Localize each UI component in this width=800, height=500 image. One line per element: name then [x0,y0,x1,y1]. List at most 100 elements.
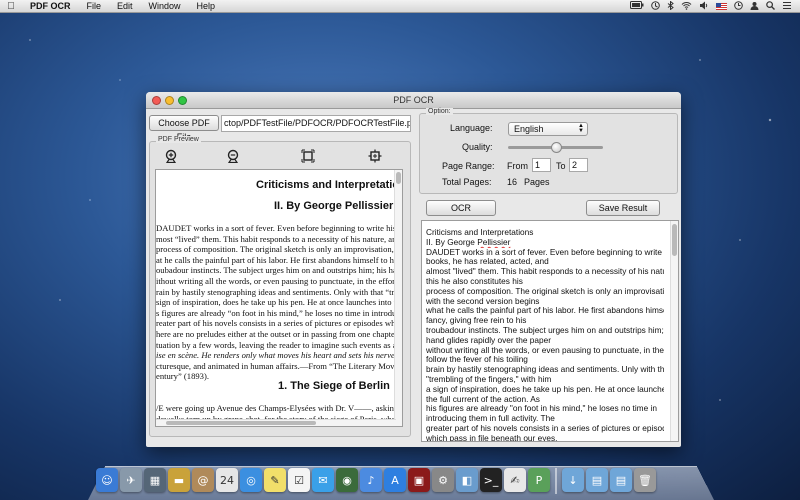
result-text-line: follow the fever of his toiling [426,355,528,365]
menu-edit[interactable]: Edit [109,1,141,11]
minimize-window-button[interactable] [165,96,174,105]
folder-icon[interactable]: ▬ [168,468,190,492]
notes-icon[interactable]: ✎ [264,468,286,492]
menu-window[interactable]: Window [141,1,189,11]
window-titlebar[interactable]: PDF OCR [146,92,681,109]
result-text-line: a sign of inspiration, does he take up h… [426,384,664,394]
from-page-field[interactable]: 1 [532,158,551,172]
pdf-text-line: /E were going up Avenue des Champs-Elysé… [156,403,394,413]
messages-icon[interactable]: ✉ [312,468,334,492]
safari-icon[interactable]: ◎ [240,468,262,492]
pdf-text-line: s figures are already “on foot in his mi… [156,307,396,318]
result-text-line: books, he has related, acted, and [426,257,549,267]
calendar-icon[interactable]: 24 [216,468,238,492]
pdf-ocr-icon[interactable]: P [528,468,550,492]
preview-horizontal-scroll-thumb[interactable] [166,421,316,425]
result-text-line: his figures are already "on foot in his … [426,404,657,414]
quality-slider-knob[interactable] [550,142,562,153]
pdf-text-line: process of composition. The original ske… [156,244,396,255]
result-text-line: II. By George Pellissier [426,237,511,247]
from-label: From [507,161,528,171]
to-label: To [556,161,566,171]
terminal-icon[interactable]: >_ [480,468,502,492]
downloads-folder-icon[interactable]: ↓ [562,468,584,492]
total-pages-label: Total Pages: [442,177,492,187]
pdf-text-line: sign of inspiration, does he take up his… [156,297,396,308]
bluetooth-icon[interactable] [667,0,674,12]
itunes-icon[interactable]: ♪ [360,468,382,492]
pdf-path-field[interactable]: ctop/PDFTestFile/PDFOCR/PDFOCRTestFile.p… [221,115,411,132]
volume-icon[interactable] [699,1,709,12]
zoom-window-button[interactable] [178,96,187,105]
window-title: PDF OCR [393,95,434,105]
result-text-line: fancy, giving free rein to his [426,316,527,326]
pages-suffix: Pages [524,177,550,187]
result-text-line: without writing all the words, or even p… [426,345,664,355]
save-result-button[interactable]: Save Result [586,200,660,216]
close-window-button[interactable] [152,96,161,105]
result-text-line: what he calls the painful part of his la… [426,306,664,316]
result-text-line: brain by hastily stenographing ideas and… [426,365,664,375]
finder-icon[interactable]: ☺ [96,468,118,492]
launchpad-icon[interactable]: ✈ [120,468,142,492]
menu-app-name[interactable]: PDF OCR [22,1,79,11]
ocr-result-textarea[interactable]: Criticisms and Interpretations II. By Geo… [421,220,679,442]
to-page-field[interactable]: 2 [569,158,588,172]
pdf-heading-2: II. By George Pellissier [274,200,394,212]
language-value: English [514,124,544,134]
apple-menu-icon[interactable]:  [0,1,22,12]
trash-icon[interactable]: 🗑 [634,468,656,492]
wifi-icon[interactable] [681,1,692,12]
app-store-icon[interactable]: A [384,468,406,492]
fit-width-icon[interactable] [367,148,383,164]
menu-help[interactable]: Help [189,1,224,11]
zoom-in-icon[interactable] [163,148,179,164]
pdf-text-line: ithout writing all the words, or even pa… [156,275,396,286]
facetime-icon[interactable]: ◉ [336,468,358,492]
language-select[interactable]: English ▲ ▼ [508,122,588,136]
result-vertical-scroll-thumb[interactable] [672,224,677,256]
preview-toolbar [155,148,405,166]
photobooth-icon[interactable]: ▣ [408,468,430,492]
battery-icon[interactable] [630,1,644,11]
menubar:  PDF OCR File Edit Window Help [0,0,800,13]
result-vertical-scrollbar[interactable] [670,221,678,441]
result-text-line: introducing them in full activity. The [426,414,555,424]
fit-page-icon[interactable] [300,148,316,164]
system-preferences-icon[interactable]: ⚙ [432,468,454,492]
pdf-heading-1: Criticisms and Interpretatio [256,179,400,191]
address-book-icon[interactable]: @ [192,468,214,492]
notification-icon[interactable] [782,1,792,12]
result-text-line: with the second version begins [426,296,540,306]
choose-pdf-file-button[interactable]: Choose PDF File [149,115,219,142]
pdf-text-line: DAUDET works in a sort of fever. Even be… [156,223,396,233]
folder-icon[interactable]: ▤ [610,468,632,492]
result-text-line: greater part of his novels consists in a… [426,423,664,433]
zoom-out-icon[interactable] [225,148,241,164]
ocr-button[interactable]: OCR [426,200,496,216]
result-text-line: almost "lived" them. This habit responds… [426,267,664,277]
pdf-heading-3: 1. The Siege of Berlin [278,380,390,392]
spotlight-icon[interactable] [766,0,775,12]
preview-vertical-scrollbar[interactable] [394,170,402,426]
documents-folder-icon[interactable]: ▤ [586,468,608,492]
pdf-ocr-window: PDF OCR Choose PDF File ctop/PDFTestFile… [146,92,681,447]
preview-horizontal-scrollbar[interactable] [156,419,396,426]
time-machine-icon[interactable] [651,0,660,12]
preview-icon[interactable]: ◧ [456,468,478,492]
menu-file[interactable]: File [79,1,110,11]
result-text-line: process of composition. The original ske… [426,286,664,296]
total-pages-value: 16 [507,177,518,187]
clock-icon[interactable] [734,0,743,12]
result-text-line: "trembling of the fingers," with him [426,374,552,384]
options-group: Option: Language: English ▲ ▼ Quality: Pa… [419,108,678,194]
reminders-icon[interactable]: ☑ [288,468,310,492]
mission-control-icon[interactable]: ▦ [144,468,166,492]
textedit-icon[interactable]: ✍ [504,468,526,492]
flag-icon[interactable] [716,2,727,10]
dock-icons: ☺ ✈ ▦ ▬ @24 ◎ ✎ ☑ ✉ ◉ ♪ A ▣ ⚙ ◧ >_ ✍ P ↓ ▤ ▤ 🗑 [96,468,656,494]
preview-vertical-scroll-thumb[interactable] [396,172,401,184]
pdf-page-preview[interactable]: Criticisms and Interpretatio II. By Geor… [155,169,403,427]
user-icon[interactable] [750,1,759,12]
result-text-line: troubadour instincts. The subject urges … [426,325,664,335]
